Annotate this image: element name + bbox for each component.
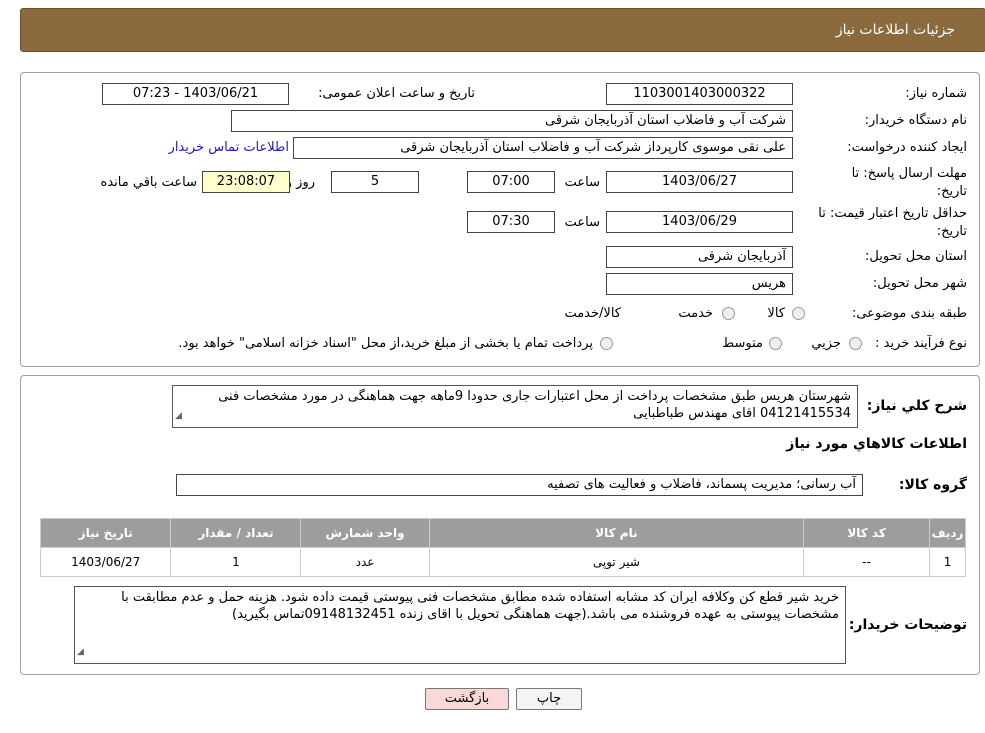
- process-radio-medium[interactable]: [769, 337, 782, 350]
- category-radio-goods[interactable]: [792, 307, 805, 320]
- category-radio-service[interactable]: [722, 307, 735, 320]
- description-value: شهرستان هریس طبق مشخصات پرداخت از محل اع…: [218, 389, 851, 421]
- cell-code: --: [803, 547, 931, 577]
- page-header: جزئیات اطلاعات نیاز: [20, 8, 985, 52]
- col-qty: تعداد / مقدار: [170, 518, 302, 548]
- validity-label-date: تاریخ:: [936, 224, 967, 239]
- category-option-goods: کالا: [767, 306, 785, 321]
- city-field: هریس: [606, 273, 793, 295]
- category-option-goods-service: کالا/خدمت: [564, 306, 621, 321]
- days-label: روز و: [285, 175, 315, 190]
- need-number-field: 1103001403000322: [606, 83, 793, 105]
- contact-buyer-link[interactable]: اطلاعات تماس خریدار: [169, 140, 289, 155]
- remaining-time-label: ساعت باقي مانده: [100, 175, 197, 190]
- description-text: شهرستان هریس طبق مشخصات پرداخت از محل اع…: [172, 385, 858, 428]
- goods-group-field: آب رسانی؛ مدیریت پسماند، فاضلاب و فعالیت…: [176, 474, 863, 496]
- col-name: نام کالا: [428, 518, 805, 548]
- validity-time-label: ساعت: [564, 215, 600, 230]
- validity-date-field: 1403/06/29: [606, 211, 793, 233]
- deadline-label: مهلت ارسال پاسخ: تا: [851, 166, 967, 181]
- deadline-date-field: 1403/06/27: [606, 171, 793, 193]
- buyer-org-field: شرکت آب و فاضلاب استان آذربایجان شرقی: [231, 110, 793, 132]
- cell-name: شیر توپی: [428, 547, 805, 577]
- col-row: رديف: [929, 518, 966, 548]
- buyer-org-label: نام دستگاه خریدار:: [864, 113, 967, 128]
- province-field: آذربایجان شرقی: [606, 246, 793, 268]
- col-unit: واحد شمارش: [300, 518, 430, 548]
- process-radio-minor[interactable]: [849, 337, 862, 350]
- category-option-service: خدمت: [678, 306, 713, 321]
- goods-section-title: اطلاعات کالاهاي مورد نياز: [786, 436, 967, 452]
- days-remaining-field: 5: [331, 171, 419, 193]
- announce-date-label: تاریخ و ساعت اعلان عمومی:: [318, 86, 475, 101]
- resize-grip-icon[interactable]: ◢: [77, 644, 84, 661]
- goods-group-label: گروه کالا:: [898, 477, 967, 493]
- goods-table: رديف کد کالا نام کالا واحد شمارش تعداد /…: [39, 518, 966, 577]
- validity-label: حداقل تاریخ اعتبار قیمت: تا: [818, 206, 967, 221]
- page-title: جزئیات اطلاعات نیاز: [835, 22, 955, 38]
- process-option-medium: متوسط: [722, 336, 763, 351]
- category-label: طبقه بندی موضوعی:: [851, 306, 967, 321]
- buyer-notes-label: توضيحات خريدار:: [848, 617, 967, 633]
- need-number-label: شماره نیاز:: [905, 86, 967, 101]
- print-button[interactable]: چاپ: [516, 688, 582, 710]
- validity-time-field: 07:30: [467, 211, 555, 233]
- creator-label: ایجاد کننده درخواست:: [847, 140, 967, 155]
- announce-date-field: 1403/06/21 - 07:23: [102, 83, 289, 105]
- col-date: تاريخ نياز: [39, 518, 172, 548]
- process-treasury-note: پرداخت تمام یا بخشی از مبلغ خرید،از محل …: [178, 336, 593, 351]
- cell-unit: عدد: [300, 547, 430, 577]
- col-code: کد کالا: [803, 518, 931, 548]
- province-label: استان محل تحویل:: [865, 249, 967, 264]
- cell-qty: 1: [170, 547, 302, 577]
- buyer-notes-text: خرید شیر قطع کن وکلافه ایران کد مشابه اس…: [74, 586, 846, 664]
- process-label: نوع فرآیند خرید :: [875, 336, 967, 351]
- cell-date: 1403/06/27: [39, 547, 172, 577]
- buyer-notes-value: خرید شیر قطع کن وکلافه ایران کد مشابه اس…: [121, 590, 839, 622]
- description-label: شرح کلي نياز:: [866, 398, 967, 414]
- creator-field: علی نقی موسوی کارپرداز شرکت آب و فاضلاب …: [293, 137, 793, 159]
- resize-grip-icon[interactable]: ◢: [175, 408, 182, 425]
- cell-row: 1: [929, 547, 966, 577]
- deadline-time-field: 07:00: [467, 171, 555, 193]
- remaining-time-field: 23:08:07: [202, 171, 290, 193]
- deadline-label-date: تاریخ:: [936, 184, 967, 199]
- table-row: 1 -- شیر توپی عدد 1 1403/06/27: [39, 547, 966, 577]
- goods-table-header: رديف کد کالا نام کالا واحد شمارش تعداد /…: [39, 518, 966, 548]
- deadline-time-label: ساعت: [564, 175, 600, 190]
- process-option-minor: جزیي: [811, 336, 841, 351]
- back-button[interactable]: بازگشت: [425, 688, 509, 710]
- city-label: شهر محل تحویل:: [872, 276, 967, 291]
- process-radio-treasury[interactable]: [600, 337, 613, 350]
